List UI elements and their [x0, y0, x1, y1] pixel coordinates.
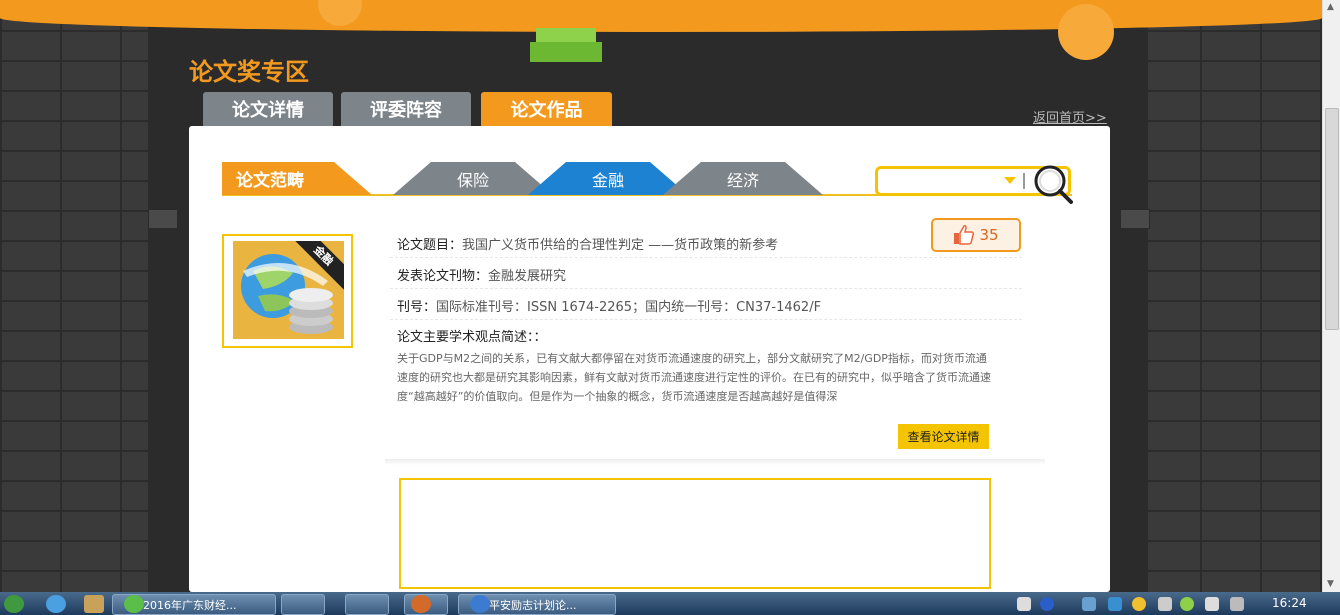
tray-help-icon[interactable]: [1040, 597, 1054, 611]
tray-volume-icon[interactable]: [1205, 597, 1219, 611]
abstract-text: 关于GDP与M2之间的关系，已有文献大都停留在对货币流通速度的研究上，部分文献研…: [397, 352, 991, 403]
tray-check-icon[interactable]: [1017, 597, 1031, 611]
journal-label: 发表论文刊物：: [397, 269, 489, 284]
view-paper-details-button[interactable]: 查看论文详情: [898, 424, 989, 449]
like-count: 35: [979, 226, 999, 244]
taskbar-window-5-label: 平安励志计划论...: [489, 598, 577, 612]
search-box: [875, 165, 1073, 204]
app-icon[interactable]: [84, 595, 104, 613]
tab-judges[interactable]: 评委阵容: [341, 92, 471, 126]
issue-label: 刊号：: [397, 300, 437, 315]
tab-paper-details[interactable]: 论文详情: [203, 92, 333, 126]
paper-thumbnail[interactable]: 金融: [222, 234, 353, 348]
taskbar-window-1-label: 2016年广东财经...: [143, 598, 237, 612]
paper-title-row: 论文题目：我国广义货币供给的合理性判定 ——货币政策的新参考: [397, 234, 778, 253]
tray-icon[interactable]: [1082, 597, 1096, 611]
search-separator: [1023, 173, 1025, 189]
taskbar-clock: 16:24: [1272, 596, 1307, 610]
start-orb-icon[interactable]: [4, 595, 24, 613]
tray-network-icon[interactable]: [1230, 597, 1244, 611]
page-scrollbar[interactable]: ▲ ▼: [1322, 0, 1340, 592]
wall-brick: [148, 209, 178, 229]
tray-icon[interactable]: [1108, 597, 1122, 611]
paper-title-value: 我国广义货币供给的合理性判定 ——货币政策的新参考: [462, 238, 779, 253]
issue-value: 国际标准刊号：ISSN 1674-2265；国内统一刊号：CN37-1462/F: [436, 300, 822, 315]
window-1-icon: [124, 595, 144, 613]
search-input[interactable]: [882, 172, 1002, 190]
basketball-app-icon: [411, 595, 431, 613]
search-icon[interactable]: [1032, 163, 1074, 205]
tray-icon[interactable]: [1180, 597, 1194, 611]
abstract-label: 论文主要学术观点简述：：: [397, 330, 547, 345]
issue-row: 刊号：国际标准刊号：ISSN 1674-2265；国内统一刊号：CN37-146…: [397, 296, 821, 315]
tab-paper-works[interactable]: 论文作品: [481, 92, 612, 126]
decor-dot: [1058, 4, 1114, 60]
tray-icon[interactable]: [1158, 597, 1172, 611]
browser-icon: [470, 595, 490, 613]
section-title: 论文奖专区: [189, 58, 309, 86]
return-home-link[interactable]: 返回首页>>: [1033, 107, 1107, 126]
taskbar: 2016年广东财经... 平安励志计划论...: [0, 592, 1340, 615]
journal-row: 发表论文刊物：金融发展研究: [397, 265, 566, 284]
paper-title-label: 论文题目：: [397, 238, 463, 253]
scroll-thumb[interactable]: [1325, 108, 1339, 330]
thumbs-up-icon: [954, 225, 975, 245]
journal-value: 金融发展研究: [488, 269, 567, 284]
taskbar-window-3[interactable]: [345, 594, 389, 615]
green-block-decoration: [530, 28, 602, 64]
top-orange-band: [0, 0, 1322, 60]
like-button[interactable]: 35: [931, 218, 1021, 252]
tray-qq-icon[interactable]: [1132, 597, 1146, 611]
row-divider: [390, 319, 1022, 320]
dropdown-arrow-icon[interactable]: [1004, 177, 1016, 184]
app-icon[interactable]: [46, 595, 66, 613]
row-divider: [390, 288, 1022, 289]
wall-brick: [1120, 209, 1150, 229]
taskbar-window-2[interactable]: [281, 594, 325, 615]
card-divider: [385, 459, 1045, 465]
next-paper-card: [399, 478, 991, 589]
scroll-up-icon[interactable]: ▲: [1327, 2, 1334, 12]
row-divider: [390, 257, 1022, 258]
scroll-down-icon[interactable]: ▼: [1327, 579, 1334, 589]
finance-globe-image: 金融: [233, 241, 344, 339]
decor-dot: [318, 0, 362, 26]
